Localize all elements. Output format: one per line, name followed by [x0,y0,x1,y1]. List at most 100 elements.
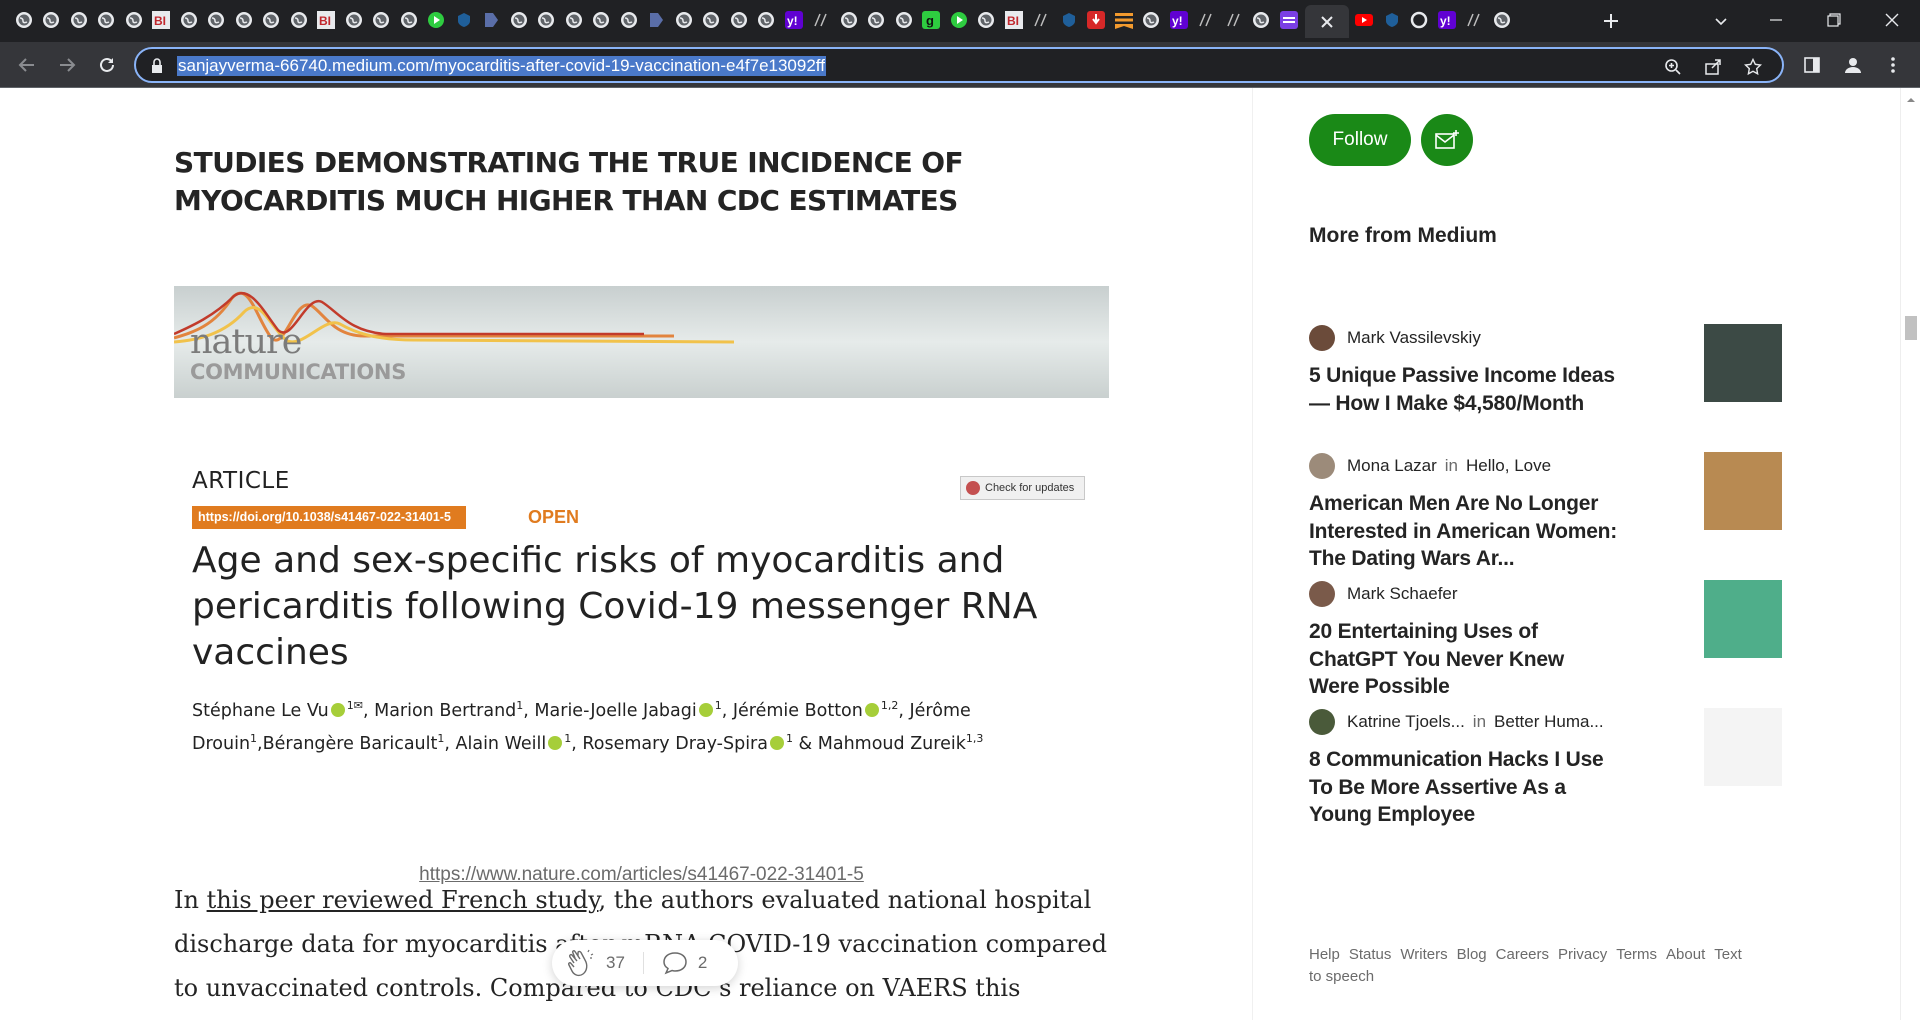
story-card[interactable]: Mark Schaefer 20 Entertaining Uses of Cha… [1309,580,1782,701]
story-publication[interactable]: Hello, Love [1466,456,1551,476]
close-window-button[interactable] [1864,0,1920,40]
browser-tab[interactable] [700,9,724,31]
story-author[interactable]: Katrine Tjoels... [1347,712,1465,732]
story-title[interactable]: 5 Unique Passive Income Ideas — How I Ma… [1309,362,1619,417]
forward-button[interactable] [52,50,82,80]
browser-tab[interactable] [1463,9,1487,31]
browser-tab[interactable] [507,9,531,31]
story-thumbnail[interactable] [1704,580,1782,658]
story-title[interactable]: American Men Are No Longer Interested in… [1309,490,1619,573]
browser-tab[interactable] [1408,9,1432,31]
browser-tab[interactable] [95,9,119,31]
browser-tab[interactable] [535,9,559,31]
browser-tab[interactable] [672,9,696,31]
browser-tab[interactable]: BI [150,9,174,31]
browser-tab[interactable] [590,9,614,31]
browser-tab[interactable] [975,9,999,31]
back-button[interactable] [12,50,42,80]
active-tab-close-button[interactable] [1304,5,1349,38]
browser-tab[interactable] [755,9,779,31]
browser-tab[interactable] [645,9,669,31]
avatar[interactable] [1309,453,1335,479]
reload-button[interactable] [92,50,122,80]
avatar[interactable] [1309,709,1335,735]
tab-search-button[interactable] [1708,8,1734,34]
browser-tab[interactable] [205,9,229,31]
avatar[interactable] [1309,325,1335,351]
browser-tab[interactable] [1030,9,1054,31]
page-scrollbar[interactable] [1900,88,1920,1020]
browser-tab[interactable] [287,9,311,31]
browser-tab[interactable] [425,9,449,31]
browser-tab[interactable] [617,9,641,31]
footer-link[interactable]: About [1666,946,1705,963]
clap-icon[interactable] [566,949,596,977]
scroll-thumb[interactable] [1905,316,1917,340]
browser-tab[interactable]: BI [1002,9,1026,31]
story-title[interactable]: 20 Entertaining Uses of ChatGPT You Neve… [1309,618,1619,701]
story-author[interactable]: Mark Vassilevskiy [1347,328,1481,348]
browser-tab[interactable] [947,9,971,31]
new-tab-button[interactable] [1598,8,1624,34]
story-title[interactable]: 8 Communication Hacks I Use To Be More A… [1309,746,1619,829]
minimize-button[interactable] [1748,0,1804,40]
story-thumbnail[interactable] [1704,452,1782,530]
address-bar[interactable]: sanjayverma-66740.medium.com/myocarditis… [134,47,1784,83]
browser-tab[interactable] [1112,9,1136,31]
story-card[interactable]: Mona Lazar in Hello, Love American Men Are … [1309,452,1782,573]
story-card[interactable]: Katrine Tjoels... in Better Huma... 8 Commu… [1309,708,1782,829]
browser-tab[interactable] [1277,9,1301,31]
footer-link[interactable]: Status [1349,946,1392,963]
browser-tab[interactable] [232,9,256,31]
browser-tab[interactable] [865,9,889,31]
browser-tab[interactable] [1057,9,1081,31]
browser-tab[interactable] [1085,9,1109,31]
browser-tab[interactable] [1195,9,1219,31]
story-author[interactable]: Mark Schaefer [1347,584,1458,604]
study-link[interactable]: this peer reviewed French study [207,886,599,914]
footer-link[interactable]: Writers [1400,946,1447,963]
browser-tab[interactable] [837,9,861,31]
browser-tab[interactable] [342,9,366,31]
subscribe-email-button[interactable] [1421,114,1473,166]
comment-icon[interactable] [662,951,688,975]
zoom-button[interactable] [1662,56,1684,78]
browser-tab[interactable] [1250,9,1274,31]
browser-tab[interactable] [1222,9,1246,31]
browser-tab[interactable] [122,9,146,31]
follow-button[interactable]: Follow [1309,114,1411,166]
browser-tab[interactable] [480,9,504,31]
restore-button[interactable] [1806,0,1862,40]
story-author[interactable]: Mona Lazar [1347,456,1437,476]
browser-tab[interactable]: y! [782,9,806,31]
browser-tab[interactable] [260,9,284,31]
browser-tab[interactable]: y! [1435,9,1459,31]
browser-tab[interactable] [397,9,421,31]
browser-tab[interactable] [1140,9,1164,31]
url-text[interactable]: sanjayverma-66740.medium.com/myocarditis… [177,56,826,76]
browser-tab[interactable] [370,9,394,31]
footer-link[interactable]: Careers [1496,946,1549,963]
browser-tab[interactable] [67,9,91,31]
story-thumbnail[interactable] [1704,324,1782,402]
browser-tab[interactable] [12,9,36,31]
profile-button[interactable] [1840,52,1866,78]
browser-tab[interactable] [810,9,834,31]
story-publication[interactable]: Better Huma... [1494,712,1604,732]
footer-link[interactable]: Help [1309,946,1340,963]
story-card[interactable]: Mark Vassilevskiy 5 Unique Passive Income… [1309,324,1782,417]
bookmark-star-button[interactable] [1742,56,1764,78]
browser-tab[interactable] [892,9,916,31]
browser-tab[interactable] [1490,9,1514,31]
browser-tab[interactable] [727,9,751,31]
browser-tab[interactable] [177,9,201,31]
story-thumbnail[interactable] [1704,708,1782,786]
browser-tab[interactable] [1380,9,1404,31]
side-panel-button[interactable] [1799,52,1825,78]
browser-tab[interactable]: y! [1167,9,1191,31]
browser-tab[interactable] [562,9,586,31]
footer-link[interactable]: Privacy [1558,946,1607,963]
browser-tab[interactable]: g [920,9,944,31]
browser-tab[interactable] [1353,9,1377,31]
browser-tab[interactable]: BI [315,9,339,31]
